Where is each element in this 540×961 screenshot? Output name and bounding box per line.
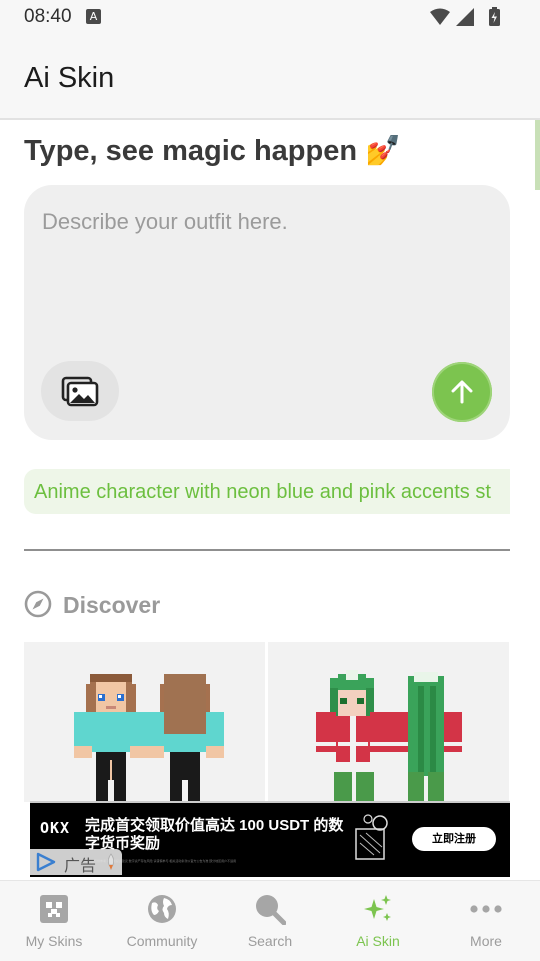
gallery-icon: [61, 376, 99, 407]
globe-icon: [144, 891, 180, 927]
scrollbar-thumb[interactable]: [535, 120, 540, 190]
ad-rocket-icon: [107, 853, 115, 870]
wifi-signal-battery-icon: [430, 7, 500, 26]
nav-item-my-skins[interactable]: My Skins: [0, 881, 108, 961]
suggestion-text: Anime character with neon blue and pink …: [34, 481, 491, 503]
nav-label: More: [470, 933, 502, 949]
page-title: Ai Skin: [24, 62, 115, 94]
ad-logo: OKX: [40, 819, 71, 837]
nav-item-more[interactable]: More: [432, 881, 540, 961]
ad-tag-label: 广告: [64, 858, 97, 875]
nav-label: My Skins: [25, 933, 83, 949]
status-bar: 08:40 A: [0, 0, 540, 36]
app-bar: Ai Skin: [0, 36, 540, 120]
skin-card[interactable]: [268, 642, 509, 802]
accessibility-badge-icon: A: [86, 9, 101, 24]
nav-label: Search: [247, 933, 293, 949]
ad-tag: 广告: [30, 849, 122, 875]
suggestion-chip[interactable]: Anime character with neon blue and pink …: [24, 469, 510, 514]
nav-item-community[interactable]: Community: [108, 881, 216, 961]
skin-preview-image: [316, 670, 462, 802]
more-dots-icon: [468, 891, 504, 927]
skin-card[interactable]: [24, 642, 265, 802]
nav-label: Community: [126, 933, 198, 949]
nav-item-search[interactable]: Search: [216, 881, 324, 961]
ad-register-button[interactable]: 立即注册: [412, 827, 496, 851]
bottom-nav: My Skins Community Search Ai Skin More: [0, 880, 540, 961]
search-icon: [252, 891, 288, 927]
my-skins-icon: [36, 891, 72, 927]
ad-illustration-icon: [355, 814, 388, 860]
ad-title: 完成首交领取价值高达 100 USDT 的数字货币奖励: [85, 817, 344, 852]
nav-item-ai-skin[interactable]: Ai Skin: [324, 881, 432, 961]
submit-button[interactable]: [432, 362, 492, 422]
arrow-up-icon: [451, 380, 473, 404]
ad-fine-print: 本广告仅供参考 不构成投资建议 数字资产存在风险 请谨慎参与 相关活动条款以官方…: [85, 859, 237, 863]
skin-preview-image: [74, 674, 224, 802]
compass-icon: [24, 590, 52, 623]
headline: Type, see magic happen 💅: [24, 135, 402, 167]
status-time: 08:40: [24, 6, 72, 27]
divider: [24, 549, 510, 551]
discover-label: Discover: [63, 592, 161, 618]
ad-choices-icon: [36, 852, 56, 872]
status-icons: [428, 6, 502, 33]
nav-label: Ai Skin: [356, 933, 400, 949]
prompt-placeholder: Describe your outfit here.: [42, 209, 288, 234]
prompt-input[interactable]: Describe your outfit here.: [24, 185, 510, 440]
sparkles-icon: [360, 891, 396, 927]
add-image-button[interactable]: [41, 361, 119, 421]
